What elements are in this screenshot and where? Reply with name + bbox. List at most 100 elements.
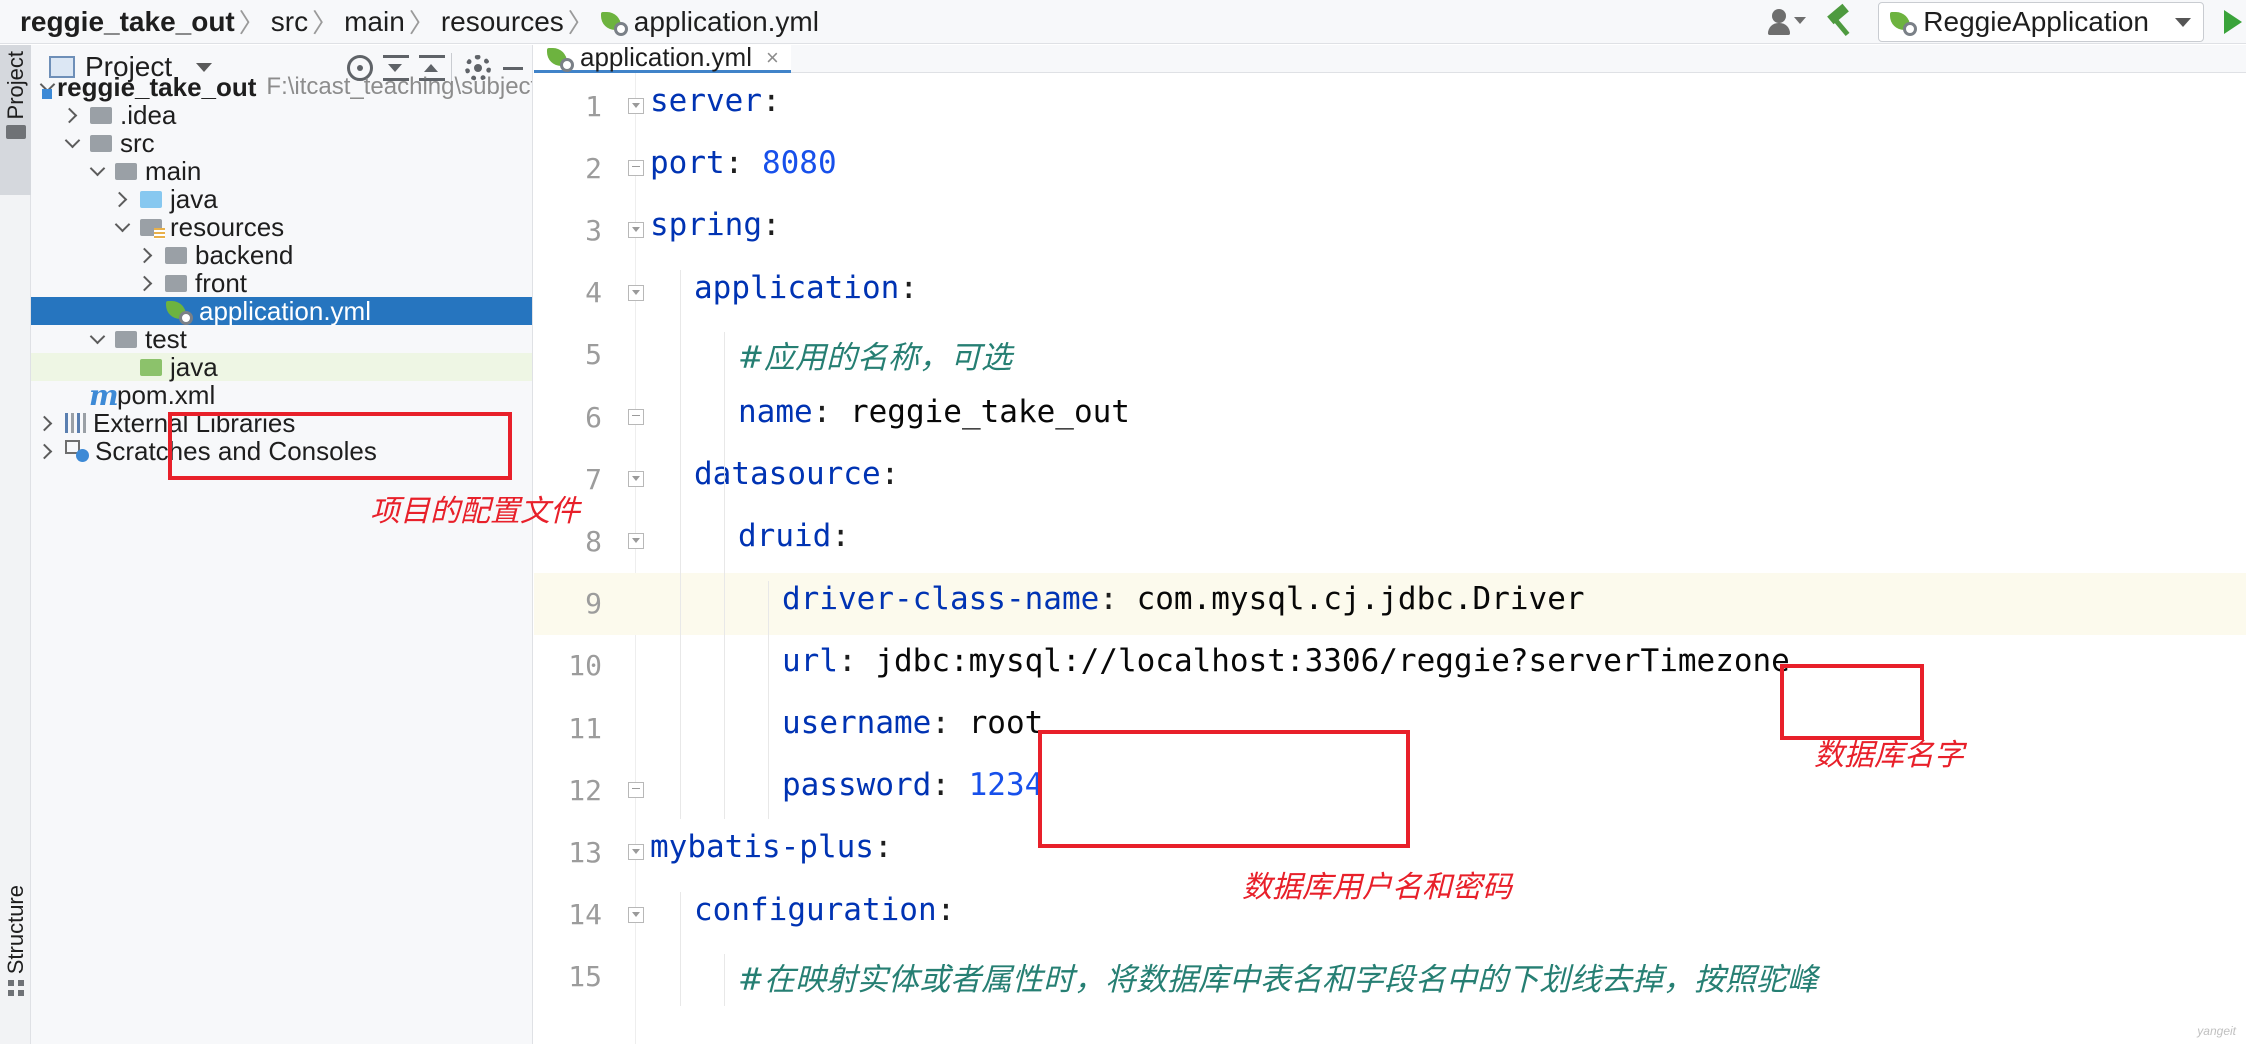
tree-item-label: application.yml xyxy=(199,295,371,326)
tab-application-yml[interactable]: application.yml × xyxy=(534,45,791,73)
breadcrumb: reggie_take_out 〉 src 〉 main 〉 resources… xyxy=(20,3,819,40)
code-comment: #在映射实体或者属性时，将数据库中表名和字段名中的下划线去掉，按照驼峰 xyxy=(738,961,1818,998)
build-hammer-icon[interactable] xyxy=(1824,3,1858,39)
chevron-down-icon[interactable] xyxy=(114,219,130,235)
user-account-icon[interactable] xyxy=(1766,7,1807,37)
code-line[interactable]: 1 server: xyxy=(534,75,2246,137)
project-tool-button[interactable]: Project xyxy=(0,45,31,195)
chevron-right-icon[interactable] xyxy=(139,247,155,263)
tree-item-src[interactable]: src xyxy=(31,127,532,158)
tree-item-resources[interactable]: resources xyxy=(31,212,532,242)
chevron-right-icon[interactable] xyxy=(139,275,155,291)
tree-item-idea[interactable]: .idea xyxy=(31,100,532,130)
tree-item-front[interactable]: front xyxy=(31,267,532,298)
fold-end-icon[interactable] xyxy=(628,409,644,426)
chevron-down-icon[interactable] xyxy=(89,331,105,347)
chevron-down-icon[interactable] xyxy=(64,135,80,151)
tree-item-pom[interactable]: m pom.xml xyxy=(31,379,532,412)
indent-guide xyxy=(768,580,769,820)
fold-end-icon[interactable] xyxy=(628,782,644,799)
run-play-icon[interactable] xyxy=(2224,10,2242,34)
tree-item-label: reggie_take_out xyxy=(57,71,257,102)
code-line[interactable]: 9 driver-class-name: com.mysql.cj.jdbc.Dr… xyxy=(534,572,2246,635)
code-line[interactable]: 4 application: xyxy=(534,262,2246,324)
fold-marker-icon[interactable] xyxy=(628,906,644,923)
tree-item-label: java xyxy=(170,183,218,214)
chevron-right-icon[interactable] xyxy=(114,191,130,207)
line-number: 14 xyxy=(568,898,602,932)
tree-item-test-java[interactable]: java xyxy=(31,351,532,382)
chevron-down-icon[interactable] xyxy=(196,62,213,72)
tree-item-label: java xyxy=(170,351,218,382)
tree-item-java[interactable]: java xyxy=(31,183,532,214)
yaml-value: 8080 xyxy=(761,145,837,182)
chevron-down-icon[interactable] xyxy=(89,163,105,179)
code-line[interactable]: 7 datasource: xyxy=(534,448,2246,510)
yaml-separator: : xyxy=(761,83,781,119)
line-number: 3 xyxy=(585,213,602,247)
tree-item-main[interactable]: main xyxy=(31,156,532,186)
fold-marker-icon[interactable] xyxy=(628,533,644,550)
structure-tool-button[interactable]: Structure xyxy=(0,885,31,1025)
structure-icon xyxy=(7,980,24,997)
code-line[interactable]: 8 druid: xyxy=(534,510,2246,572)
yaml-key: password xyxy=(782,767,932,804)
code-line[interactable]: 10 url: jdbc:mysql://localhost:3306/reggi… xyxy=(534,635,2246,697)
tree-item-backend[interactable]: backend xyxy=(31,240,532,270)
code-text: #应用的名称，可选 xyxy=(738,332,1012,377)
line-number: 6 xyxy=(585,400,602,434)
spring-yml-icon xyxy=(546,45,574,72)
breadcrumb-project[interactable]: reggie_take_out xyxy=(20,6,235,38)
line-number: 2 xyxy=(585,151,602,185)
chevron-right-icon[interactable] xyxy=(39,415,55,431)
code-text: username: root xyxy=(782,705,1043,741)
yaml-separator: : xyxy=(873,829,893,866)
run-configuration-select[interactable]: ReggieApplication xyxy=(1878,2,2204,42)
folder-icon xyxy=(115,162,137,180)
fold-marker-icon[interactable] xyxy=(628,98,644,115)
breadcrumb-file[interactable]: application.yml xyxy=(634,6,819,38)
fold-marker-icon[interactable] xyxy=(628,284,644,301)
yaml-separator: : xyxy=(838,642,876,679)
code-line[interactable]: 2 port: 8080 xyxy=(534,137,2246,199)
code-text: driver-class-name: com.mysql.cj.jdbc.Dri… xyxy=(782,581,1585,617)
annotation-db-name: 数据库名字 xyxy=(1814,738,1964,773)
yaml-key: name xyxy=(738,394,813,430)
code-line[interactable]: 5 #应用的名称，可选 xyxy=(534,324,2246,386)
chevron-right-icon[interactable] xyxy=(64,107,80,123)
indent-guide xyxy=(680,891,681,1006)
project-tool-label: Project xyxy=(2,51,28,120)
tree-item-root[interactable]: reggie_take_out F:\itcast_teaching\subje… xyxy=(31,71,532,102)
yaml-key: server xyxy=(650,83,762,119)
yaml-key: spring xyxy=(650,207,762,244)
yaml-key: port xyxy=(650,145,725,182)
run-configuration-label: ReggieApplication xyxy=(1923,6,2149,37)
breadcrumb-main[interactable]: main xyxy=(344,6,405,38)
fold-marker-icon[interactable] xyxy=(628,222,644,239)
tab-label: application.yml xyxy=(580,45,752,72)
yaml-separator: : xyxy=(831,518,850,555)
code-line[interactable]: 15 #在映射实体或者属性时，将数据库中表名和字段名中的下划线去掉，按照驼峰 xyxy=(534,946,2246,1008)
breadcrumb-src[interactable]: src xyxy=(271,6,308,38)
fold-marker-icon[interactable] xyxy=(628,471,644,488)
close-icon[interactable]: × xyxy=(766,45,779,71)
code-text: application: xyxy=(694,270,918,306)
tree-item-application-yml[interactable]: application.yml xyxy=(31,295,532,326)
code-line[interactable]: 6 name: reggie_take_out xyxy=(534,386,2246,448)
fold-marker-icon[interactable] xyxy=(628,844,644,861)
tree-item-label: pom.xml xyxy=(117,379,216,410)
spring-yml-icon xyxy=(600,8,628,36)
indent-guide xyxy=(680,269,681,820)
code-line[interactable]: 3 spring: xyxy=(534,199,2246,261)
breadcrumb-resources[interactable]: resources xyxy=(441,6,564,38)
line-number: 11 xyxy=(568,711,602,745)
chevron-right-icon[interactable] xyxy=(39,443,55,459)
fold-end-icon[interactable] xyxy=(628,160,644,177)
indent-guide xyxy=(724,953,725,1006)
tree-item-test[interactable]: test xyxy=(31,324,532,354)
yaml-key: application xyxy=(694,269,900,306)
breadcrumb-chevron-icon: 〉 xyxy=(312,8,339,38)
folder-icon xyxy=(165,274,187,292)
tree-item-label: front xyxy=(195,267,248,298)
tree-item-label: src xyxy=(120,127,155,158)
